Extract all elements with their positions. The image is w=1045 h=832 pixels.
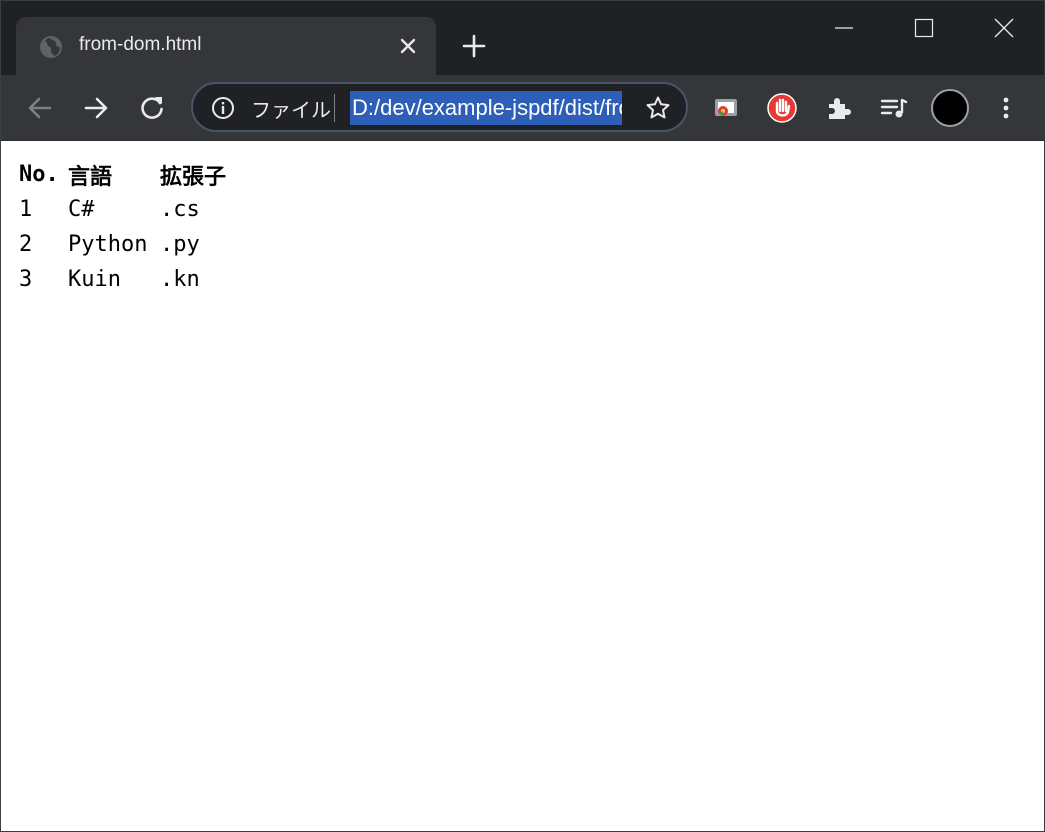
cell-language: Python bbox=[68, 232, 148, 257]
cast-icon[interactable] bbox=[710, 92, 742, 124]
table-header-row: No. 言語 拡張子 bbox=[19, 157, 260, 192]
toolbar: ファイル D:/dev/example-jspdf/dist/from-dom.… bbox=[1, 75, 1044, 141]
table-row: 2 Python .py bbox=[19, 227, 260, 262]
table-row: 3 Kuin .kn bbox=[19, 262, 260, 297]
maximize-icon[interactable] bbox=[904, 11, 944, 47]
media-queue-icon[interactable] bbox=[878, 92, 910, 124]
stop-hand-icon[interactable] bbox=[766, 92, 798, 124]
cell-language: C# bbox=[68, 197, 95, 222]
arrow-right-icon[interactable] bbox=[81, 93, 111, 123]
header-language: 言語 bbox=[68, 164, 113, 190]
cell-language: Kuin bbox=[68, 267, 121, 292]
header-no: No. bbox=[19, 162, 59, 187]
browser-window: from-dom.html ファイル D:/dev/example-jspdf/… bbox=[0, 0, 1045, 832]
plus-icon[interactable] bbox=[461, 33, 487, 59]
window-close-icon[interactable] bbox=[984, 11, 1024, 47]
table-row: 1 C# .cs bbox=[19, 192, 260, 227]
header-extension: 拡張子 bbox=[160, 164, 227, 190]
close-icon[interactable] bbox=[396, 34, 420, 58]
avatar[interactable] bbox=[931, 89, 969, 127]
cell-extension: .kn bbox=[160, 267, 200, 292]
star-icon[interactable] bbox=[645, 95, 671, 121]
cell-no: 3 bbox=[19, 267, 33, 292]
tab-title: from-dom.html bbox=[79, 34, 202, 55]
info-icon[interactable] bbox=[211, 96, 235, 120]
scheme-label: ファイル bbox=[251, 98, 331, 122]
url-text[interactable]: D:/dev/example-jspdf/dist/from-dom.html bbox=[350, 91, 622, 125]
tab-strip: from-dom.html bbox=[1, 1, 1044, 76]
puzzle-icon[interactable] bbox=[822, 92, 854, 124]
cell-extension: .cs bbox=[160, 197, 200, 222]
reload-icon[interactable] bbox=[137, 93, 167, 123]
kebab-menu-icon[interactable] bbox=[991, 93, 1021, 123]
divider bbox=[334, 94, 335, 122]
cell-no: 2 bbox=[19, 232, 33, 257]
tab-active[interactable]: from-dom.html bbox=[16, 17, 436, 76]
cell-no: 1 bbox=[19, 197, 33, 222]
minimize-icon[interactable] bbox=[824, 11, 864, 47]
globe-icon bbox=[40, 36, 62, 58]
language-table: No. 言語 拡張子 1 C# .cs 2 Python .py 3 Kuin … bbox=[19, 157, 260, 297]
address-bar[interactable]: ファイル D:/dev/example-jspdf/dist/from-dom.… bbox=[191, 82, 688, 132]
cell-extension: .py bbox=[160, 232, 200, 257]
page-content: No. 言語 拡張子 1 C# .cs 2 Python .py 3 Kuin … bbox=[1, 141, 1044, 831]
arrow-left-icon[interactable] bbox=[25, 93, 55, 123]
